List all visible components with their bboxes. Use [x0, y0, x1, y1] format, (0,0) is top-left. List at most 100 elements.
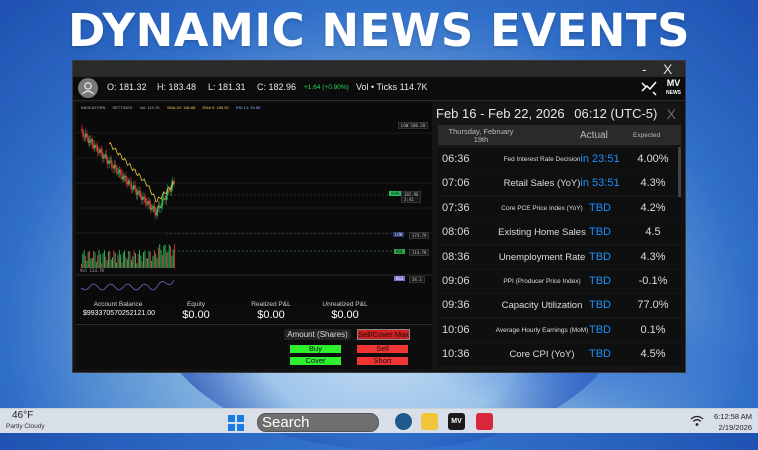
cover-button[interactable]: Cover	[290, 357, 341, 365]
mv-app-icon[interactable]: MV	[448, 413, 465, 430]
volume-bar	[148, 250, 150, 268]
news-app-icon[interactable]	[476, 413, 493, 430]
trading-app-window: - X O: 181.32 H: 183.48 L: 181.31 C: 182…	[72, 60, 686, 373]
user-avatar-icon[interactable]	[78, 78, 98, 98]
high-tag-label: LOW	[401, 123, 409, 128]
calendar-event-row[interactable]: 10:36 Core CPI (YoY) TBD 4.5%	[438, 343, 681, 367]
calendar-event-row[interactable]: 10:06 Average Hourly Earnings (MoM) TBD 0.1…	[438, 318, 681, 342]
volume-bar	[139, 250, 140, 268]
volume-bar	[93, 250, 95, 268]
candle-body	[88, 140, 91, 143]
volume-bar	[105, 256, 107, 268]
event-actual: in 23:51	[580, 153, 620, 165]
rsi-line	[80, 279, 175, 291]
calendar-event-row[interactable]: 08:36 Unemployment Rate TBD 4.3%	[438, 245, 681, 269]
wifi-icon[interactable]	[690, 415, 704, 427]
volume-bar	[132, 256, 134, 268]
candle-body	[156, 208, 158, 216]
calendar-day: Thursday, February 19th	[448, 127, 514, 144]
volume-bar	[113, 250, 115, 268]
clock-date: 2/19/2026	[718, 423, 752, 432]
price-chart[interactable]: INDICATORS SETTINGS Vol: 114.7K SMA 20: …	[76, 103, 432, 299]
volume-bar	[140, 255, 142, 268]
volume-bar	[160, 249, 162, 268]
weather-condition[interactable]: Partly Cloudy	[6, 423, 45, 430]
calendar-event-row[interactable]: 08:06 Existing Home Sales TBD 4.5	[438, 221, 681, 245]
clock-time: 6:12:58 AM	[714, 412, 752, 421]
news-toggle-icon[interactable]	[640, 79, 658, 97]
volume-bar	[135, 253, 136, 268]
low-tag-label: LOW	[393, 232, 405, 237]
event-time: 10:06	[442, 323, 470, 336]
volume-bar	[153, 250, 155, 268]
sell-button[interactable]: Sell	[357, 345, 408, 353]
event-expected: 4.5%	[640, 348, 666, 361]
amount-shares-input[interactable]: Amount (Shares)	[284, 329, 351, 340]
candle-body	[86, 133, 88, 138]
file-explorer-icon[interactable]	[421, 413, 438, 430]
edge-browser-icon[interactable]	[395, 413, 412, 430]
calendar-event-row[interactable]: 07:06 Retail Sales (YoY) in 53:51 4.3%	[438, 172, 681, 196]
event-time: 08:36	[442, 250, 470, 263]
volume-bar	[163, 245, 165, 268]
taskbar-clock[interactable]: 6:12:58 AM 2/19/2026	[714, 411, 752, 433]
volume-bar	[137, 254, 139, 268]
volume-bar	[156, 257, 158, 268]
candle-body	[130, 182, 132, 189]
volume-bar	[167, 251, 169, 268]
candle-body	[117, 172, 119, 174]
event-time: 08:06	[442, 226, 470, 239]
volume-bar	[125, 257, 127, 268]
volume-bar	[172, 249, 174, 268]
equity-value: $0.00	[182, 309, 210, 321]
candle-body	[103, 156, 105, 159]
event-time: 09:06	[442, 275, 470, 287]
taskbar-search-input[interactable]: Search	[257, 413, 379, 432]
candle-body	[125, 175, 127, 182]
volume-bar	[83, 250, 85, 268]
volume-bar	[82, 253, 84, 268]
calendar-event-row[interactable]: 09:36 Capacity Utilization TBD 77.0%	[438, 294, 681, 318]
close-window-button[interactable]: X	[663, 61, 672, 77]
sell-cover-max-button[interactable]: Sell/Cover Max	[357, 329, 410, 340]
minimize-button[interactable]: -	[642, 61, 647, 77]
volume-pane-label: Vol 114.7K	[80, 268, 105, 273]
candle-body	[116, 167, 118, 174]
volume-bar	[91, 257, 93, 268]
volume-bar	[122, 252, 124, 268]
calendar-date-range: Feb 16 - Feb 22, 2026	[436, 106, 565, 121]
calendar-scrollbar[interactable]	[678, 147, 681, 197]
calendar-event-row[interactable]: 09:06 PPI (Producer Price Index) TBD -0.1%	[438, 270, 681, 293]
candle-body	[96, 145, 99, 152]
weather-temperature[interactable]: 46°F	[12, 410, 33, 421]
volume-bar	[118, 250, 120, 268]
window-titlebar[interactable]: - X	[73, 61, 685, 77]
calendar-event-row[interactable]: 06:36 Fed Interest Rate Decision in 23:51 4…	[438, 148, 681, 171]
column-expected: Expected	[633, 132, 661, 139]
calendar-close-button[interactable]: X	[667, 106, 676, 122]
candle-body	[143, 196, 145, 198]
order-entry-panel: Amount (Shares) Sell/Cover Max Buy Sell …	[76, 324, 432, 369]
event-actual: TBD	[589, 226, 611, 239]
high-tag: LOW 186.28	[398, 122, 429, 129]
volume-bar	[133, 250, 135, 268]
candle-body	[110, 160, 113, 167]
volume-bar	[94, 252, 96, 268]
buy-button[interactable]: Buy	[290, 345, 341, 353]
taskbar: 46°F Partly Cloudy Search MV 6:12:58 AM …	[0, 408, 758, 433]
volume-bar	[174, 244, 176, 268]
volume-bar	[124, 250, 126, 268]
short-button[interactable]: Short	[357, 357, 408, 365]
windows-start-icon[interactable]	[228, 415, 244, 431]
volume-bar	[106, 260, 108, 268]
volume-bar	[141, 261, 143, 268]
candle-body	[153, 206, 156, 212]
quote-bar: O: 181.32 H: 183.48 L: 181.31 C: 182.96 …	[73, 77, 685, 101]
volume-bar	[129, 251, 131, 268]
event-expected: 4.3%	[640, 250, 666, 263]
event-actual: TBD	[589, 250, 611, 263]
event-actual: in 53:51	[580, 177, 620, 190]
calendar-event-row[interactable]: 07:36 Core PCE Price Index (YoY) TBD 4.2%	[438, 196, 681, 220]
equity-label: Equity	[186, 301, 206, 308]
volume-bar	[162, 254, 163, 268]
